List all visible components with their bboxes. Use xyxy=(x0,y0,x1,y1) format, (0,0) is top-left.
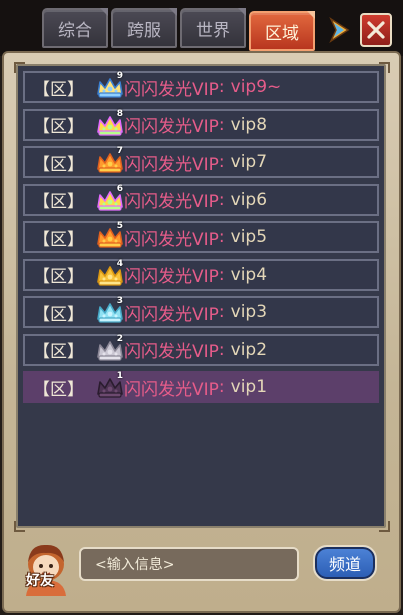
name-separator: : xyxy=(218,77,225,97)
vip-level-badge: 4 xyxy=(116,258,123,269)
message-text: vip7 xyxy=(230,152,268,172)
sender-name[interactable]: 闪闪发光VIP xyxy=(124,300,219,325)
message-text: vip5 xyxy=(230,227,268,247)
message-text: vip4 xyxy=(230,264,268,285)
vip-crown-icon: 1 xyxy=(95,371,125,400)
sender-name[interactable]: 闪闪发光VIP xyxy=(124,262,219,287)
tab-general[interactable]: 综合 xyxy=(42,8,108,48)
channel-tag: 【区】 xyxy=(33,342,84,362)
channel-tag: 【区】 xyxy=(33,79,84,100)
friends-label: 好友 xyxy=(26,573,54,589)
input-placeholder: <输入信息> xyxy=(95,557,175,573)
tab-world[interactable]: 世界 xyxy=(180,8,246,48)
tab-region[interactable]: 区域 xyxy=(249,11,315,51)
channel-tag: 【区】 xyxy=(33,192,84,212)
message-text: vip2 xyxy=(230,339,268,360)
name-separator: : xyxy=(218,339,225,360)
vip-level-badge: 1 xyxy=(116,371,123,381)
sender-name[interactable]: 闪闪发光VIP xyxy=(124,75,219,100)
vip-crown-icon: 8 xyxy=(95,108,125,138)
vip-crown-icon: 9 xyxy=(95,71,125,100)
sender-name[interactable]: 闪闪发光VIP xyxy=(124,150,219,175)
name-separator: : xyxy=(218,227,225,247)
channel-button[interactable]: 频道 xyxy=(313,545,377,581)
sender-name[interactable]: 闪闪发光VIP xyxy=(124,187,219,212)
name-separator: : xyxy=(218,377,225,397)
vip-crown-icon: 7 xyxy=(95,146,125,175)
channel-tag: 【区】 xyxy=(33,304,84,325)
channel-label: 频道 xyxy=(328,555,361,574)
channel-tag: 【区】 xyxy=(33,117,84,137)
message-text: vip9~ xyxy=(230,77,282,97)
vip-crown-icon: 4 xyxy=(95,258,125,288)
sender-name[interactable]: 闪闪发光VIP xyxy=(124,337,219,362)
vip-level-badge: 7 xyxy=(116,146,123,156)
vip-level-badge: 6 xyxy=(116,183,123,194)
name-separator: : xyxy=(218,189,225,210)
vip-crown-icon: 3 xyxy=(95,296,125,325)
vip-crown-icon: 5 xyxy=(95,221,125,250)
vip-crown-icon: 6 xyxy=(95,183,125,213)
message-text: vip6 xyxy=(230,189,268,210)
vip-level-badge: 2 xyxy=(116,333,123,344)
vip-level-badge: 5 xyxy=(116,221,123,231)
message-row[interactable]: 【区】 3 闪闪发光VIP: vip3 xyxy=(23,296,379,328)
tab-label: 区域 xyxy=(265,23,299,44)
sender-name[interactable]: 闪闪发光VIP xyxy=(124,225,219,250)
message-text: vip8 xyxy=(230,114,268,135)
name-separator: : xyxy=(218,302,225,322)
channel-tag: 【区】 xyxy=(33,267,84,287)
tab-bar: 综合 跨服 世界 区域 xyxy=(0,0,403,56)
message-row[interactable]: 【区】 7 闪闪发光VIP: vip7 xyxy=(23,146,379,178)
message-row[interactable]: 【区】 2 闪闪发光VIP: vip2 xyxy=(23,333,379,366)
vip-crown-icon: 2 xyxy=(95,333,125,363)
channel-tag: 【区】 xyxy=(33,154,84,175)
tab-cross-server[interactable]: 跨服 xyxy=(111,8,177,48)
tab-label: 跨服 xyxy=(127,20,161,41)
name-separator: : xyxy=(218,152,225,172)
channel-tag: 【区】 xyxy=(33,229,84,250)
sender-name[interactable]: 闪闪发光VIP xyxy=(124,375,219,400)
message-text: vip1 xyxy=(230,377,268,397)
message-row[interactable]: 【区】 5 闪闪发光VIP: vip5 xyxy=(23,221,379,253)
vip-level-badge: 9 xyxy=(116,71,123,81)
tab-label: 综合 xyxy=(58,20,92,41)
sender-name[interactable]: 闪闪发光VIP xyxy=(124,112,219,137)
message-row[interactable]: 【区】 4 闪闪发光VIP: vip4 xyxy=(23,258,379,291)
message-text: vip3 xyxy=(230,302,268,322)
vip-level-badge: 8 xyxy=(116,108,123,119)
tab-label: 世界 xyxy=(196,20,230,41)
channel-tag: 【区】 xyxy=(33,379,84,400)
close-button[interactable] xyxy=(360,13,392,47)
arrow-right-icon[interactable] xyxy=(326,15,352,45)
name-separator: : xyxy=(218,264,225,285)
message-row[interactable]: 【区】 6 闪闪发光VIP: vip6 xyxy=(23,183,379,216)
message-row[interactable]: 【区】 1 闪闪发光VIP: vip1 xyxy=(23,371,379,403)
message-list[interactable]: 【区】 9 闪闪发光VIP: vip9~ 【区】 8 闪闪发光VIP: vip8 【区】 7 闪闪发… xyxy=(16,64,386,528)
name-separator: : xyxy=(218,114,225,135)
message-row[interactable]: 【区】 9 闪闪发光VIP: vip9~ xyxy=(23,71,379,103)
vip-level-badge: 3 xyxy=(116,296,123,306)
friends-button[interactable]: 好友 xyxy=(20,540,72,596)
close-icon xyxy=(367,21,385,39)
message-row[interactable]: 【区】 8 闪闪发光VIP: vip8 xyxy=(23,108,379,141)
chat-window: 综合 跨服 世界 区域 【区】 9 闪闪发光VIP: vip9~ 【区】 8 … xyxy=(0,0,403,615)
message-input[interactable]: <输入信息> xyxy=(79,547,299,581)
